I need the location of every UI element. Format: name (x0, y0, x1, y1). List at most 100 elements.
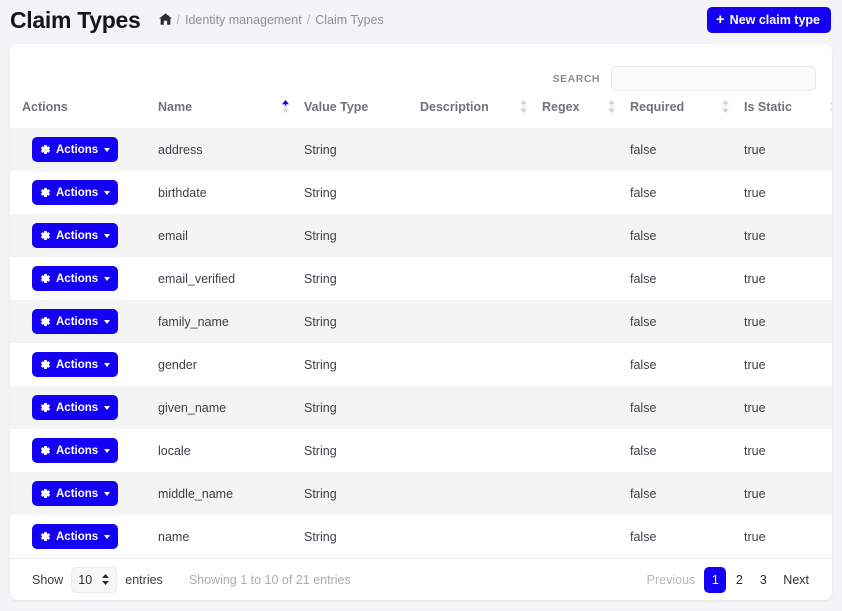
gear-icon (40, 402, 51, 413)
row-actions-label: Actions (56, 401, 99, 414)
cell-value-type: String (304, 386, 420, 429)
cell-value-type: String (304, 429, 420, 472)
page-title: Claim Types (10, 6, 141, 33)
column-header-description-label: Description (420, 99, 489, 114)
chevron-down-icon (104, 405, 111, 410)
cell-is-static: true (744, 257, 832, 300)
breadcrumb-separator-2: / (306, 13, 311, 27)
cell-actions: Actions (10, 257, 158, 300)
pagination-previous-button[interactable]: Previous (640, 567, 703, 593)
column-header-name-label: Name (158, 99, 193, 114)
cell-is-static: true (744, 128, 832, 171)
gear-icon (40, 445, 51, 456)
pagination: Previous 1 2 3 Next (640, 566, 816, 593)
row-actions-button[interactable]: Actions (32, 481, 119, 506)
cell-required: false (630, 343, 744, 386)
row-actions-button[interactable]: Actions (32, 438, 119, 463)
cell-regex (542, 128, 630, 171)
row-actions-label: Actions (56, 444, 99, 457)
new-claim-type-label: New claim type (729, 13, 820, 27)
row-actions-button[interactable]: Actions (32, 266, 119, 291)
chevron-down-icon (104, 491, 111, 496)
cell-required: false (630, 300, 744, 343)
row-actions-label: Actions (56, 186, 99, 199)
home-icon[interactable] (158, 13, 172, 25)
cell-description (420, 343, 542, 386)
pagination-page-3[interactable]: 3 (752, 567, 774, 593)
cell-description (420, 515, 542, 558)
row-actions-button[interactable]: Actions (32, 524, 119, 549)
sort-neutral-icon[interactable] (519, 99, 528, 114)
cell-required: false (630, 429, 744, 472)
row-actions-label: Actions (56, 358, 99, 371)
cell-value-type: String (304, 171, 420, 214)
table-row: Actions birthdate String false true (10, 171, 832, 214)
column-header-regex[interactable]: Regex (542, 91, 630, 128)
pagination-page-1[interactable]: 1 (704, 566, 727, 593)
chevron-down-icon (104, 362, 111, 367)
row-actions-button[interactable]: Actions (32, 309, 119, 334)
cell-value-type: String (304, 257, 420, 300)
sort-neutral-icon[interactable] (607, 99, 616, 114)
cell-name: family_name (158, 300, 304, 343)
breadcrumb-item-identity-management[interactable]: Identity management (185, 13, 302, 27)
breadcrumb-item-claim-types: Claim Types (315, 13, 384, 27)
entries-label: entries (125, 572, 163, 587)
row-actions-button[interactable]: Actions (32, 395, 119, 420)
row-actions-button[interactable]: Actions (32, 352, 119, 377)
search-input[interactable] (611, 66, 816, 91)
cell-description (420, 472, 542, 515)
show-label: Show (32, 572, 64, 587)
cell-name: gender (158, 343, 304, 386)
pagination-page-2[interactable]: 2 (728, 567, 750, 593)
pagination-next-button[interactable]: Next (776, 567, 816, 593)
table-row: Actions name String false true (10, 515, 832, 558)
cell-is-static: true (744, 515, 832, 558)
column-header-is-static[interactable]: Is Static (744, 91, 832, 128)
cell-is-static: true (744, 343, 832, 386)
row-actions-label: Actions (56, 229, 99, 242)
table-row: Actions address String false true (10, 128, 832, 171)
cell-name: email (158, 214, 304, 257)
column-header-value-type: Value Type (304, 91, 420, 128)
cell-name: locale (158, 429, 304, 472)
table-row: Actions middle_name String false true (10, 472, 832, 515)
entries-per-page-select[interactable]: 10 (71, 566, 118, 593)
sort-ascending-icon[interactable] (281, 99, 290, 114)
gear-icon (40, 488, 51, 499)
row-actions-label: Actions (56, 272, 99, 285)
table-row: Actions locale String false true (10, 429, 832, 472)
cell-regex (542, 171, 630, 214)
chevron-down-icon (104, 276, 111, 281)
sort-neutral-icon[interactable] (721, 99, 730, 114)
cell-name: email_verified (158, 257, 304, 300)
row-actions-button[interactable]: Actions (32, 180, 119, 205)
column-header-regex-label: Regex (542, 99, 580, 114)
row-actions-label: Actions (56, 315, 99, 328)
cell-regex (542, 257, 630, 300)
column-header-name[interactable]: Name (158, 91, 304, 128)
chevron-down-icon (104, 319, 111, 324)
page-header: Claim Types / Identity management / Clai… (0, 0, 842, 40)
cell-is-static: true (744, 171, 832, 214)
gear-icon (40, 531, 51, 542)
cell-required: false (630, 515, 744, 558)
chevron-down-icon (104, 147, 111, 152)
row-actions-button[interactable]: Actions (32, 223, 119, 248)
cell-description (420, 171, 542, 214)
cell-value-type: String (304, 128, 420, 171)
gear-icon (40, 187, 51, 198)
stepper-icon (101, 573, 110, 586)
claim-types-table: Actions Name Value Type Description Rege… (10, 91, 832, 558)
cell-required: false (630, 386, 744, 429)
new-claim-type-button[interactable]: + New claim type (706, 7, 831, 33)
column-header-actions: Actions (10, 91, 158, 128)
column-header-required[interactable]: Required (630, 91, 744, 128)
cell-name: name (158, 515, 304, 558)
cell-actions: Actions (10, 386, 158, 429)
sort-neutral-icon[interactable] (829, 99, 832, 114)
column-header-value-type-label: Value Type (304, 99, 369, 114)
cell-required: false (630, 171, 744, 214)
column-header-description[interactable]: Description (420, 91, 542, 128)
row-actions-button[interactable]: Actions (32, 137, 119, 162)
